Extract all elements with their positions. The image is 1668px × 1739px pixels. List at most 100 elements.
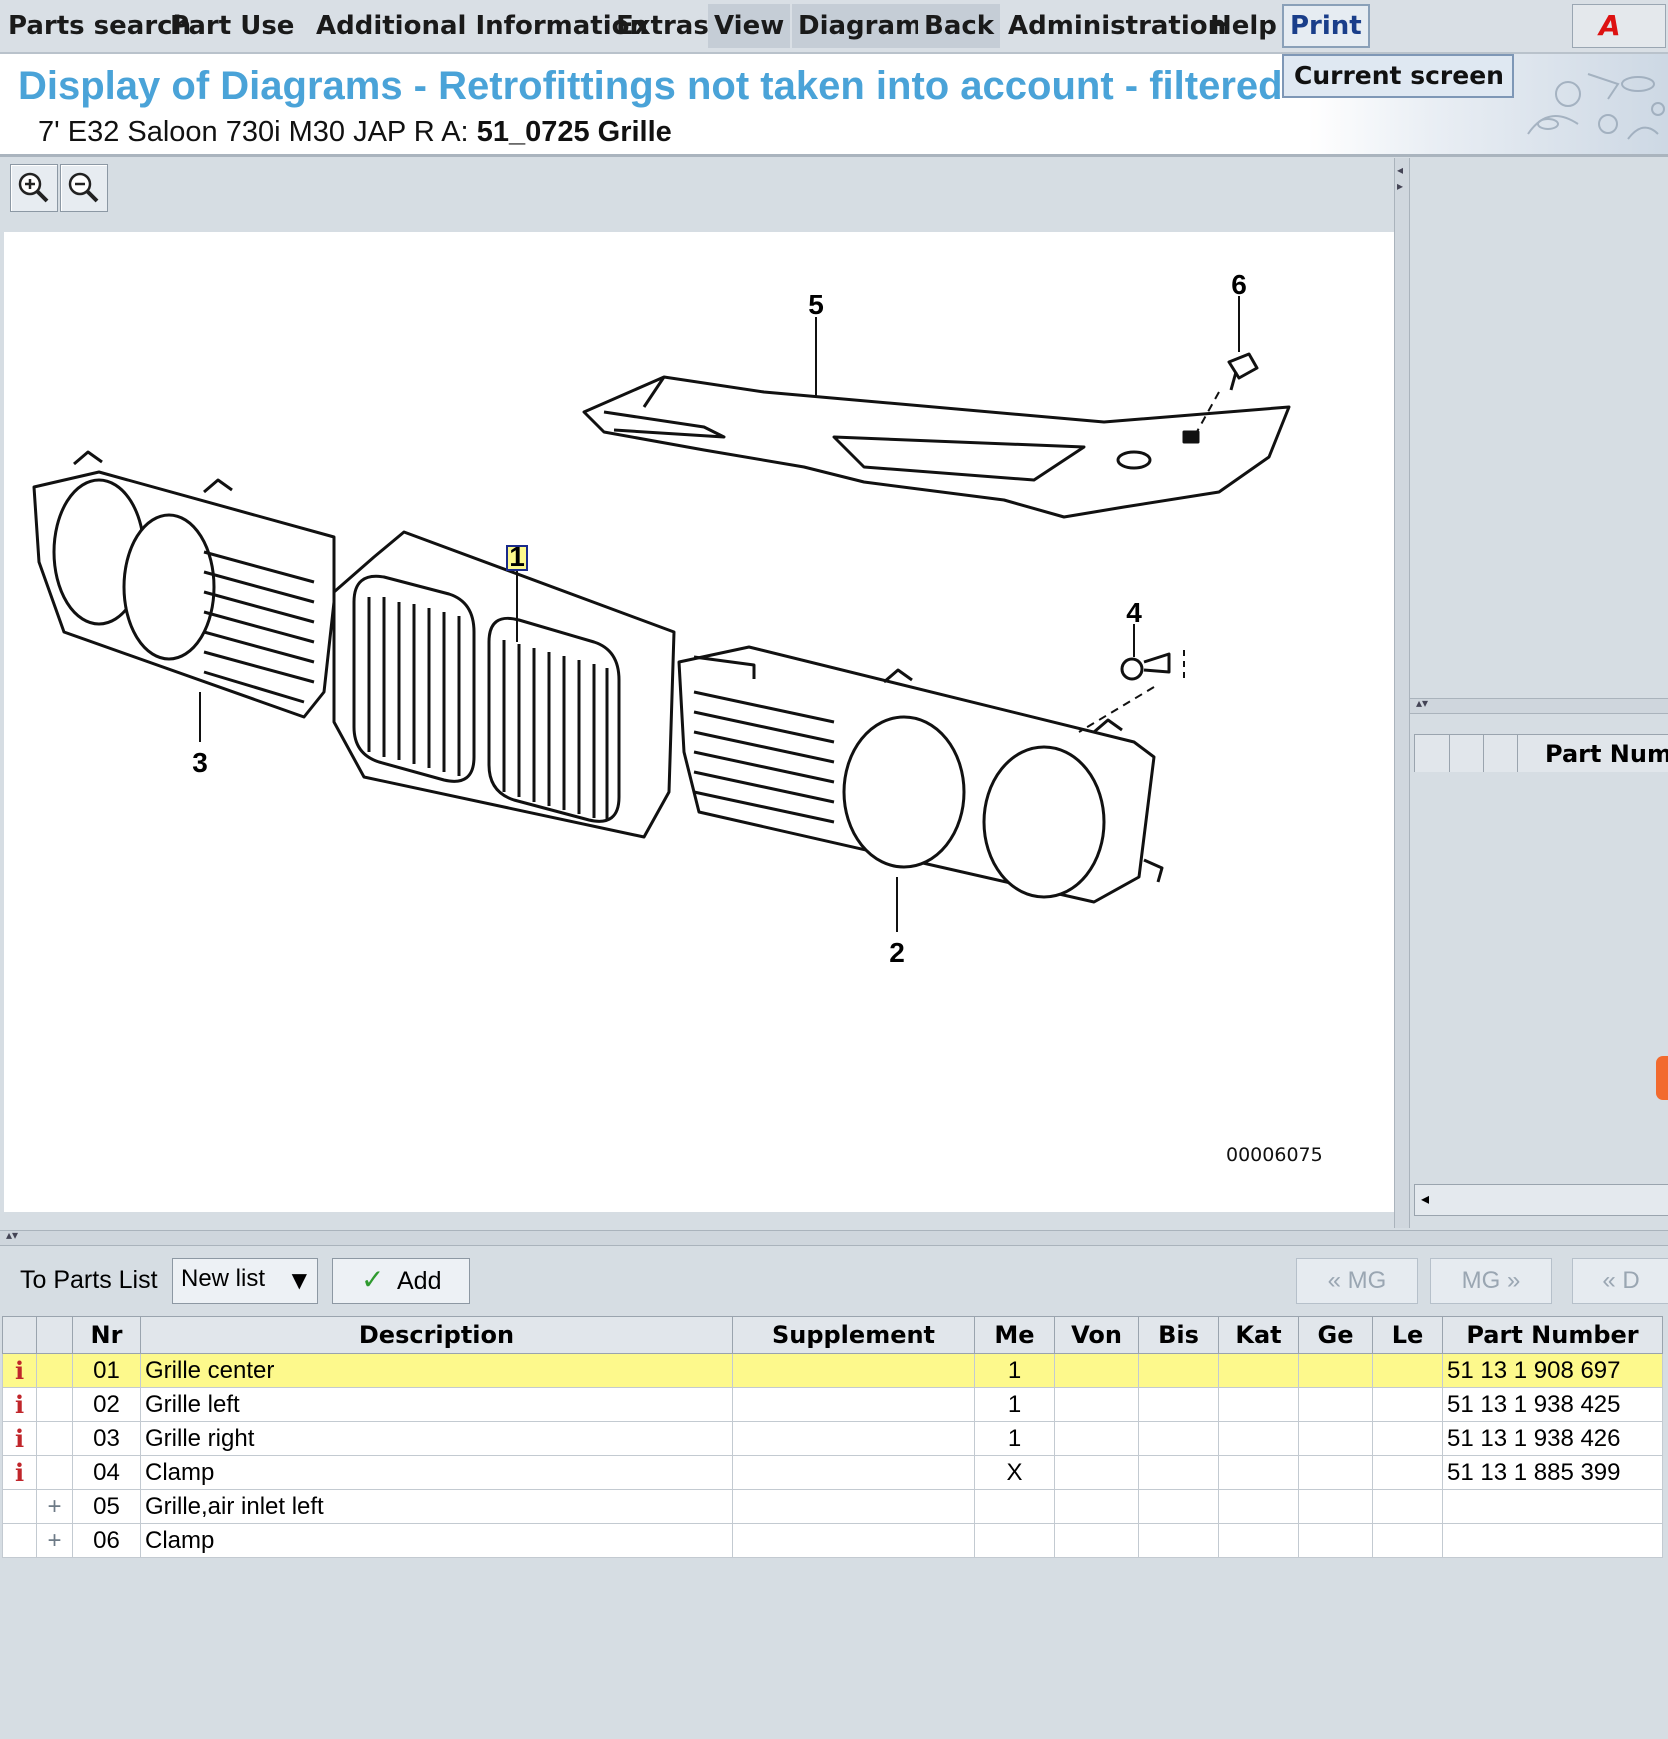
info-icon[interactable]: i xyxy=(2,1353,37,1388)
part-1-grille-center[interactable] xyxy=(332,530,676,839)
cell-description: Clamp xyxy=(140,1455,733,1490)
callout-2[interactable]: 2 xyxy=(889,937,905,968)
cell-part-number xyxy=(1442,1523,1663,1558)
part-5-panel[interactable] xyxy=(582,375,1291,519)
cell-ge xyxy=(1298,1489,1373,1524)
prev-main-group-button[interactable]: « MG xyxy=(1296,1258,1418,1304)
cell-kat xyxy=(1218,1353,1299,1388)
zoom-out-button[interactable] xyxy=(60,164,108,212)
expand-icon[interactable] xyxy=(36,1455,73,1490)
col-le[interactable]: Le xyxy=(1372,1316,1443,1354)
splitter-arrows-icon[interactable]: ▴▾ xyxy=(6,1228,18,1242)
cell-supplement xyxy=(732,1523,975,1558)
cell-supplement xyxy=(732,1353,975,1388)
collapse-arrows-icon[interactable]: ◂ ▸ xyxy=(1397,162,1403,194)
col-bis[interactable]: Bis xyxy=(1138,1316,1219,1354)
cell-part-number: 51 13 1 938 425 xyxy=(1442,1387,1663,1422)
cell-nr: 04 xyxy=(72,1455,141,1490)
part-2-grille-right[interactable] xyxy=(677,645,1164,904)
callout-4[interactable]: 4 xyxy=(1126,597,1142,628)
col-expand[interactable] xyxy=(36,1316,73,1354)
info-icon[interactable]: i xyxy=(2,1455,37,1490)
vehicle-description: 7' E32 Saloon 730i M30 JAP R A: xyxy=(38,116,469,148)
info-icon[interactable] xyxy=(2,1489,37,1524)
table-row[interactable]: i 01 Grille center 1 51 13 1 908 697 xyxy=(2,1353,1663,1388)
cell-me: 1 xyxy=(974,1421,1055,1456)
to-parts-list-label: To Parts List xyxy=(20,1266,158,1294)
side-tab-marker[interactable] xyxy=(1656,1056,1668,1100)
col-ge[interactable]: Ge xyxy=(1298,1316,1373,1354)
vertical-splitter[interactable]: ◂ ▸ xyxy=(1394,158,1410,1228)
cell-bis xyxy=(1138,1489,1219,1524)
right-horizontal-scrollbar[interactable]: ◂ xyxy=(1414,1184,1668,1216)
callout-5[interactable]: 5 xyxy=(808,289,824,320)
add-button[interactable]: ✓ Add xyxy=(332,1258,470,1304)
cell-le xyxy=(1372,1387,1443,1422)
cell-kat xyxy=(1218,1421,1299,1456)
splitter-arrows-icon[interactable]: ▴▾ xyxy=(1416,696,1428,710)
col-von[interactable]: Von xyxy=(1054,1316,1139,1354)
table-row[interactable]: i 03 Grille right 1 51 13 1 938 426 xyxy=(2,1421,1663,1456)
zoom-in-button[interactable] xyxy=(10,164,58,212)
expand-icon[interactable]: + xyxy=(36,1523,73,1558)
col-info[interactable] xyxy=(2,1316,37,1354)
expand-icon[interactable] xyxy=(36,1353,73,1388)
part-4-clamp[interactable] xyxy=(1078,650,1185,733)
menu-print[interactable]: Print xyxy=(1282,4,1370,48)
expand-icon[interactable] xyxy=(36,1421,73,1456)
page-title: Display of Diagrams - Retrofittings not … xyxy=(18,64,1283,108)
horizontal-splitter[interactable]: ▴▾ xyxy=(0,1228,1668,1246)
prev-diagram-button[interactable]: « D xyxy=(1572,1258,1668,1304)
cell-supplement xyxy=(732,1489,975,1524)
menu-administration[interactable]: Administration xyxy=(1002,4,1232,48)
right-part-number-header[interactable]: Part Numb xyxy=(1545,735,1668,773)
expand-icon[interactable]: + xyxy=(36,1489,73,1524)
col-me[interactable]: Me xyxy=(974,1316,1055,1354)
table-row[interactable]: i 04 Clamp X 51 13 1 885 399 xyxy=(2,1455,1663,1490)
cell-von xyxy=(1054,1353,1139,1388)
cell-kat xyxy=(1218,1523,1299,1558)
cell-nr: 05 xyxy=(72,1489,141,1524)
expand-icon[interactable] xyxy=(36,1387,73,1422)
menu-diagram[interactable]: Diagram xyxy=(792,4,929,48)
col-description[interactable]: Description xyxy=(140,1316,733,1354)
col-part-number[interactable]: Part Number xyxy=(1442,1316,1663,1354)
cell-kat xyxy=(1218,1455,1299,1490)
next-main-group-button[interactable]: MG » xyxy=(1430,1258,1552,1304)
cell-part-number: 51 13 1 908 697 xyxy=(1442,1353,1663,1388)
col-kat[interactable]: Kat xyxy=(1218,1316,1299,1354)
table-row[interactable]: + 05 Grille,air inlet left xyxy=(2,1489,1663,1524)
scroll-left-icon[interactable]: ◂ xyxy=(1421,1189,1429,1208)
parts-list-select[interactable]: New list ▼ xyxy=(172,1258,318,1304)
col-nr[interactable]: Nr xyxy=(72,1316,141,1354)
menu-help[interactable]: Help xyxy=(1204,4,1283,48)
diagram-id: 00006075 xyxy=(1226,1144,1323,1166)
col-supplement[interactable]: Supplement xyxy=(732,1316,975,1354)
table-row[interactable]: + 06 Clamp xyxy=(2,1523,1663,1558)
cell-me: X xyxy=(974,1455,1055,1490)
menu-additional-information[interactable]: Additional Information xyxy=(310,4,654,48)
table-row[interactable]: i 02 Grille left 1 51 13 1 938 425 xyxy=(2,1387,1663,1422)
info-icon[interactable] xyxy=(2,1523,37,1558)
menu-extras[interactable]: Extras xyxy=(610,4,715,48)
parts-diagram[interactable]: 1 2 3 4 5 6 00006075 xyxy=(4,232,1394,1212)
right-col-3 xyxy=(1483,735,1518,773)
part-3-grille-left[interactable] xyxy=(32,450,336,719)
callout-1[interactable]: 1 xyxy=(509,541,525,572)
cell-le xyxy=(1372,1455,1443,1490)
callout-3[interactable]: 3 xyxy=(192,747,208,778)
parts-list-toolbar: To Parts List New list ▼ ✓ Add « MG MG »… xyxy=(0,1246,1668,1314)
brand-logo-icon: A xyxy=(1572,4,1666,48)
cell-von xyxy=(1054,1421,1139,1456)
info-icon[interactable]: i xyxy=(2,1421,37,1456)
menu-item-current-screen[interactable]: Current screen xyxy=(1294,56,1504,96)
menu-view[interactable]: View xyxy=(708,4,791,48)
menu-back[interactable]: Back xyxy=(918,4,1001,48)
right-panel-splitter[interactable]: ▴▾ xyxy=(1410,696,1668,714)
cell-le xyxy=(1372,1523,1443,1558)
right-col-2 xyxy=(1449,735,1484,773)
callout-6[interactable]: 6 xyxy=(1231,269,1247,300)
menu-part-use[interactable]: Part Use xyxy=(164,4,300,48)
info-icon[interactable]: i xyxy=(2,1387,37,1422)
cell-kat xyxy=(1218,1387,1299,1422)
